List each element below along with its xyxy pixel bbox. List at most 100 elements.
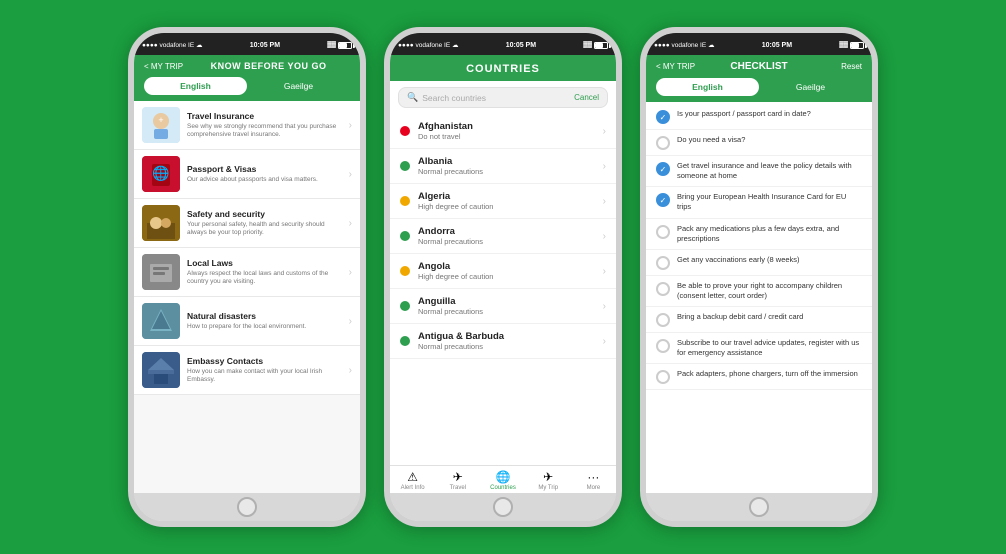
nav-label-travel: Travel [450,485,466,491]
menu-desc-laws: Always respect the local laws and custom… [187,270,342,287]
list-item[interactable]: Pack any medications plus a few days ext… [646,219,872,250]
status-dot-green [400,336,410,346]
list-item[interactable]: Be able to prove your right to accompany… [646,276,872,307]
back-button-1[interactable]: < MY TRIP [144,62,183,71]
status-time-3: 10:05 PM [762,42,792,49]
search-icon: 🔍 [407,92,418,103]
country-status: Normal precautions [418,167,595,176]
nav-item-more[interactable]: ··· More [571,470,616,491]
menu-title-safety: Safety and security [187,209,342,219]
list-item[interactable]: ✓ Get travel insurance and leave the pol… [646,156,872,187]
list-item[interactable]: Albania Normal precautions › [390,149,616,184]
checkbox-0[interactable]: ✓ [656,110,670,124]
country-info-0: Afghanistan Do not travel [418,121,595,141]
checkbox-2[interactable]: ✓ [656,162,670,176]
home-button-3[interactable] [646,493,872,521]
signal-icon-3: ▓▓ [839,42,848,48]
status-left-3: ●●●● vodafone IE ☁ [654,41,715,49]
check-text: Subscribe to our travel advice updates, … [677,338,862,358]
svg-text:🌐: 🌐 [152,165,169,182]
menu-title-passport: Passport & Visas [187,164,342,174]
checkbox-4[interactable] [656,225,670,239]
status-dot-green [400,301,410,311]
checkbox-7[interactable] [656,313,670,327]
list-item[interactable]: Embassy Contacts How you can make contac… [134,346,360,395]
home-button-1[interactable] [134,493,360,521]
list-item[interactable]: Angola High degree of caution › [390,254,616,289]
status-bar-1: ●●●● vodafone IE ☁ 10:05 PM ▓▓ [134,33,360,55]
phones-container: ●●●● vodafone IE ☁ 10:05 PM ▓▓ < MY TRIP… [128,27,878,527]
countries-header: COUNTRIES [390,55,616,81]
list-item[interactable]: Pack adapters, phone chargers, turn off … [646,364,872,390]
header-1: < MY TRIP KNOW BEFORE YOU GO [134,55,360,77]
list-item[interactable]: ✓ Bring your European Health Insurance C… [646,187,872,218]
chevron-icon: › [603,126,606,137]
search-bar[interactable]: 🔍 Search countries Cancel [398,87,608,108]
search-cancel-button[interactable]: Cancel [574,93,599,102]
list-item[interactable]: 🌐 Passport & Visas Our advice about pass… [134,150,360,199]
alert-icon: ⚠ [407,470,418,484]
list-item[interactable]: ✓ Is your passport / passport card in da… [646,104,872,130]
country-info-4: Angola High degree of caution [418,261,595,281]
nav-item-countries[interactable]: 🌐 Countries [480,470,525,491]
battery-icon-1 [338,42,352,49]
nav-item-mytrip[interactable]: ✈ My Trip [526,470,571,491]
list-item[interactable]: Bring a backup debit card / credit card [646,307,872,333]
country-list: Afghanistan Do not travel › Albania Norm… [390,114,616,465]
list-item[interactable]: Subscribe to our travel advice updates, … [646,333,872,364]
nav-item-travel[interactable]: ✈ Travel [435,470,480,491]
list-item[interactable]: Anguilla Normal precautions › [390,289,616,324]
menu-desc-disasters: How to prepare for the local environment… [187,323,342,331]
countries-icon: 🌐 [496,470,511,484]
menu-text-insurance: Travel Insurance See why we strongly rec… [187,111,342,140]
checkbox-3[interactable]: ✓ [656,193,670,207]
list-item[interactable]: Local Laws Always respect the local laws… [134,248,360,297]
list-item[interactable]: Algeria High degree of caution › [390,184,616,219]
tab-gaeilge-3[interactable]: Gaeilge [759,78,862,96]
check-text: Get any vaccinations early (8 weeks) [677,255,800,265]
status-bar-2: ●●●● vodafone IE ☁ 10:05 PM ▓▓ [390,33,616,55]
tab-english-1[interactable]: English [144,77,247,95]
home-button-2[interactable] [390,493,616,521]
status-right-3: ▓▓ [839,42,864,49]
menu-text-embassy: Embassy Contacts How you can make contac… [187,356,342,385]
checkbox-1[interactable] [656,136,670,150]
nav-item-alerts[interactable]: ⚠ Alert Info [390,470,435,491]
checkbox-5[interactable] [656,256,670,270]
list-item[interactable]: + Travel Insurance See why we strongly r… [134,101,360,150]
status-time-1: 10:05 PM [250,42,280,49]
menu-title-insurance: Travel Insurance [187,111,342,121]
list-item[interactable]: Afghanistan Do not travel › [390,114,616,149]
menu-text-disasters: Natural disasters How to prepare for the… [187,311,342,331]
status-time-2: 10:05 PM [506,42,536,49]
country-status: High degree of caution [418,202,595,211]
check-text: Do you need a visa? [677,135,745,145]
checkbox-8[interactable] [656,339,670,353]
nav-label-more: More [587,485,601,491]
page-title-1: KNOW BEFORE YOU GO [187,61,350,71]
chevron-icon: › [349,316,352,327]
tab-gaeilge-1[interactable]: Gaeilge [247,77,350,95]
tab-english-3[interactable]: English [656,78,759,96]
checkbox-6[interactable] [656,282,670,296]
list-item[interactable]: Safety and security Your personal safety… [134,199,360,248]
home-circle-1 [237,497,257,517]
country-status: High degree of caution [418,272,595,281]
reset-button[interactable]: Reset [811,62,863,71]
list-item[interactable]: Natural disasters How to prepare for the… [134,297,360,346]
checkbox-9[interactable] [656,370,670,384]
country-info-2: Algeria High degree of caution [418,191,595,211]
country-status: Normal precautions [418,342,595,351]
back-button-3[interactable]: < MY TRIP [656,62,708,71]
list-item[interactable]: Do you need a visa? [646,130,872,156]
list-item[interactable]: Andorra Normal precautions › [390,219,616,254]
list-item[interactable]: Antigua & Barbuda Normal precautions › [390,324,616,359]
status-dot-green [400,161,410,171]
signal-icon-2: ▓▓ [583,42,592,48]
menu-title-disasters: Natural disasters [187,311,342,321]
screen-2: COUNTRIES 🔍 Search countries Cancel Afgh… [390,55,616,493]
thumb-safety [142,205,180,241]
thumb-embassy [142,352,180,388]
list-item[interactable]: Get any vaccinations early (8 weeks) [646,250,872,276]
status-left-2: ●●●● vodafone IE ☁ [398,41,459,49]
